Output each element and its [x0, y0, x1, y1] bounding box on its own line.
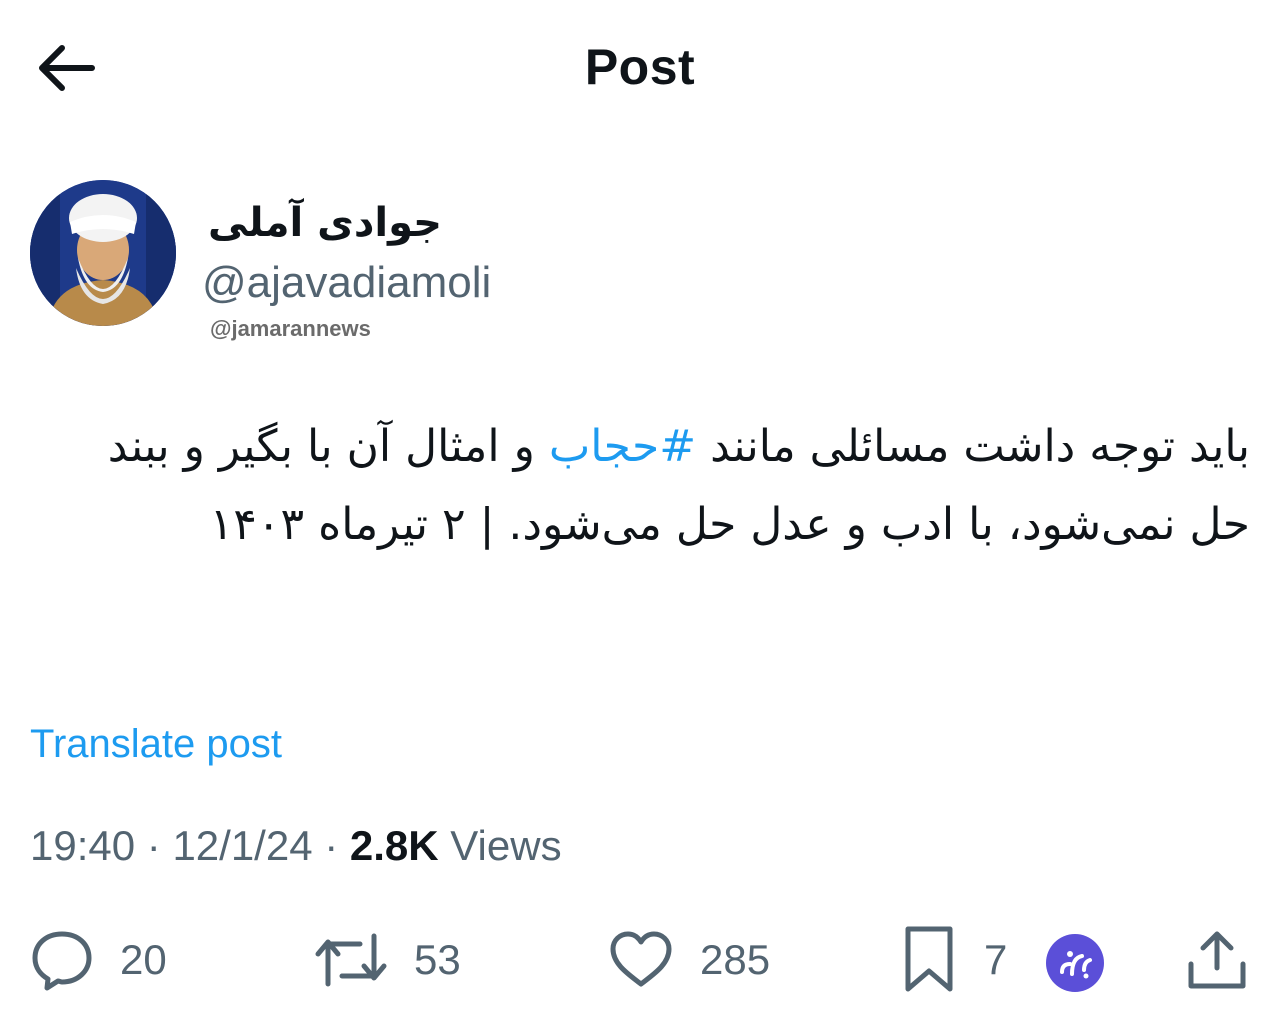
app-logo-icon [1046, 934, 1104, 992]
views-label: Views [450, 822, 562, 869]
hashtag-link[interactable]: #حجاب [549, 421, 696, 472]
post-meta: 19:40 · 12/1/24 · 2.8K Views [30, 822, 562, 870]
meta-separator: · [312, 822, 350, 869]
post-text: باید توجه داشت مسائلی مانند #حجاب و امثا… [50, 408, 1250, 564]
logo-mark-icon [1060, 951, 1092, 979]
post-date[interactable]: 12/1/24 [172, 822, 312, 869]
post-text-part: باید توجه داشت مسائلی مانند [696, 421, 1250, 472]
translate-post-link[interactable]: Translate post [30, 722, 282, 767]
watermark-text: @jamarannews [210, 316, 371, 341]
like-count: 285 [700, 936, 771, 983]
post-time[interactable]: 19:40 [30, 822, 135, 869]
repost-button[interactable]: 53 [314, 920, 461, 1000]
page-title: Post [584, 39, 696, 95]
author-block: جوادی آملی @ajavadiamoli @jamarannews [30, 180, 930, 341]
bookmark-icon [905, 926, 953, 992]
author-handle[interactable]: @ajavadiamoli [202, 258, 491, 308]
share-button[interactable] [1186, 920, 1248, 1000]
top-bar: Post [0, 0, 1280, 130]
like-button[interactable]: 285 [608, 920, 770, 1000]
bookmark-button[interactable]: 7 [900, 920, 1007, 1000]
meta-separator: · [135, 822, 173, 869]
views-count: 2.8K [349, 822, 439, 869]
repost-icon [315, 933, 387, 987]
display-name[interactable]: جوادی آملی [30, 200, 442, 246]
repost-count: 53 [414, 936, 461, 983]
bookmark-count: 7 [984, 936, 1008, 983]
reply-icon [32, 931, 92, 991]
reply-count: 20 [120, 936, 167, 983]
reply-button[interactable]: 20 [30, 920, 167, 1000]
heart-icon [610, 931, 672, 987]
share-icon [1188, 931, 1246, 989]
